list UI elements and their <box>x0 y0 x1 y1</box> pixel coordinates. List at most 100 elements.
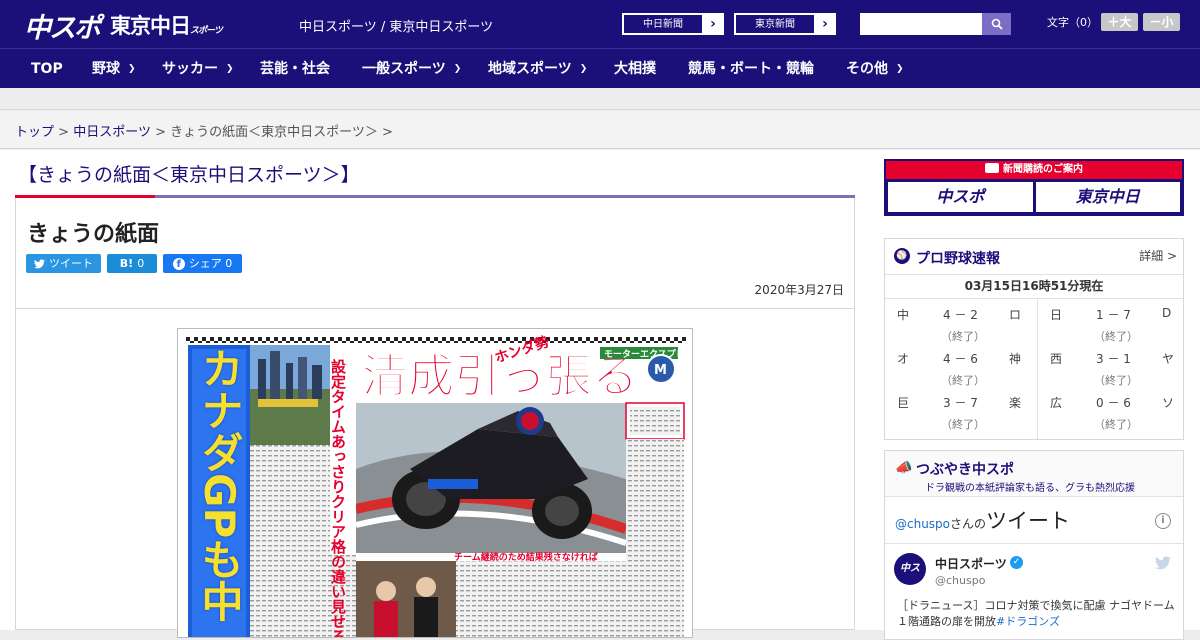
baseball-game[interactable]: 日 1 － 7 D （終了） <box>1038 299 1188 343</box>
nav-item-top[interactable]: TOP <box>31 49 63 89</box>
search-icon <box>991 18 1003 30</box>
nav-item-soccer[interactable]: サッカー ❯ <box>162 49 234 89</box>
breadcrumb: トップ > 中日スポーツ > きょうの紙面＜東京中日スポーツ＞ > <box>15 121 393 140</box>
baseball-game[interactable]: 広 0 － 6 ソ （終了） <box>1038 387 1188 431</box>
facebook-share-label: シェア 0 <box>188 257 233 270</box>
baseball-column-right: 日 1 － 7 D （終了） 西 3 － 1 ヤ （終了） 広 0 － 6 ソ … <box>1037 299 1187 439</box>
away-team: ヤ <box>1162 352 1175 366</box>
search-input[interactable] <box>860 13 982 35</box>
facebook-share-button[interactable]: f シェア 0 <box>163 254 242 273</box>
subscription-banner-heading-text: 新聞購読のご案内 <box>1003 164 1083 175</box>
paper-vertical-headline-text: カナダGPも中 <box>195 347 244 623</box>
avatar[interactable]: 中ス <box>894 553 926 585</box>
tweet-account-handle[interactable]: @chuspo <box>935 574 985 587</box>
font-size-increase-button[interactable]: ＋大 <box>1101 13 1138 31</box>
facebook-icon: f <box>172 257 185 270</box>
nav-item-label: 芸能・社会 <box>260 61 330 77</box>
away-team: 神 <box>1009 352 1022 366</box>
font-size-label: 文字（0） <box>1047 16 1098 29</box>
nav-item-baseball[interactable]: 野球 ❯ <box>92 49 136 89</box>
breadcrumb-top-link[interactable]: トップ <box>15 125 54 140</box>
nav-item-sumo[interactable]: 大相撲 <box>614 49 656 89</box>
away-team: 楽 <box>1009 396 1022 410</box>
newspaper-icon <box>985 163 999 173</box>
nav-item-label: 地域スポーツ <box>488 61 572 77</box>
subscription-banner-heading: 新聞購読のご案内 <box>886 161 1182 179</box>
home-team: 広 <box>1050 396 1063 410</box>
home-team: 中 <box>897 308 910 322</box>
nav-item-entertainment[interactable]: 芸能・社会 <box>260 49 330 89</box>
baseball-game[interactable]: 巨 3 － 7 楽 （終了） <box>885 387 1035 431</box>
twitter-share-button[interactable]: ツイート <box>26 254 101 273</box>
tokyo-shimbun-label: 東京新聞 <box>735 14 815 34</box>
baseball-update-time: 03月15日16時51分現在 <box>885 275 1183 299</box>
tokyo-chunichi-logo-small: スポーツ <box>190 26 223 36</box>
header-spacer <box>0 88 1200 110</box>
baseball-game[interactable]: 中 4 － 2 ロ （終了） <box>885 299 1035 343</box>
tweets-widget: 📣 つぶやき中スポ ドラ観戦の本紙評論家も語る、グラも熱烈応援 @chuspoさ… <box>884 450 1184 640</box>
nav-item-label: 一般スポーツ <box>362 61 446 77</box>
game-status: （終了） <box>941 330 985 343</box>
tokyo-chunichi-logo[interactable]: 東京中日スポーツ <box>110 10 223 40</box>
tweets-by-header: @chuspoさんのツイート <box>895 505 1070 535</box>
hatena-bookmark-button[interactable]: B! 0 <box>107 254 157 273</box>
subscription-banner[interactable]: 新聞購読のご案内 中スポ 東京中日 <box>884 159 1184 216</box>
font-size-decrease-button[interactable]: －小 <box>1143 13 1180 31</box>
breadcrumb-chunichi-link[interactable]: 中日スポーツ <box>73 125 151 140</box>
tweets-widget-title: つぶやき中スポ <box>916 462 1014 478</box>
game-status: （終了） <box>941 374 985 387</box>
twitter-bird-icon[interactable] <box>1155 556 1171 570</box>
baseball-score-grid: 中 4 － 2 ロ （終了） オ 4 － 6 神 （終了） 巨 3 － 7 楽 … <box>885 299 1183 439</box>
baseball-detail-link[interactable]: 詳細 > <box>1139 247 1177 264</box>
game-score: 4 － 2 <box>943 308 978 322</box>
megaphone-icon: 📣 <box>895 460 913 476</box>
newspaper-front-page-art: 清成引っ張る モーターエクスプレス M ホンダ勢 設定タイムあっさりクリア格の違… <box>178 329 693 638</box>
tweets-widget-subtitle[interactable]: ドラ観戦の本紙評論家も語る、グラも熱烈応援 <box>925 479 1135 494</box>
baseball-widget-title: プロ野球速報 <box>916 251 1000 267</box>
baseball-game[interactable]: 西 3 － 1 ヤ （終了） <box>1038 343 1188 387</box>
tweets-by-label: ツイート <box>986 509 1071 533</box>
game-score: 3 － 1 <box>1096 352 1131 366</box>
article-head-divider <box>16 308 854 309</box>
chuspo-subscribe-logo[interactable]: 中スポ <box>888 182 1033 212</box>
breadcrumb-separator: > <box>58 125 70 140</box>
tokyo-shimbun-link[interactable]: 東京新聞 › <box>734 13 836 35</box>
tweet-account-name[interactable]: 中日スポーツ <box>935 555 1007 572</box>
home-team: 日 <box>1050 308 1063 322</box>
twitter-handle-link[interactable]: @chuspo <box>895 517 950 531</box>
svg-text:モーターエクスプレス: モーターエクスプレス <box>604 348 693 360</box>
away-team: D <box>1162 306 1172 320</box>
baseball-game[interactable]: オ 4 － 6 神 （終了） <box>885 343 1035 387</box>
nav-item-regional-sports[interactable]: 地域スポーツ ❯ <box>488 49 587 89</box>
nav-item-racing[interactable]: 競馬・ボート・競輪 <box>688 49 814 89</box>
tweets-by-suffix: さんの <box>950 517 987 531</box>
search-button[interactable] <box>982 13 1011 35</box>
nav-item-label: 大相撲 <box>614 61 656 77</box>
chevron-down-icon: ❯ <box>896 64 904 74</box>
chuspo-logo[interactable]: 中スポ <box>24 6 101 45</box>
home-team: 西 <box>1050 352 1063 366</box>
tokyo-chunichi-subscribe-logo[interactable]: 東京中日 <box>1035 182 1180 212</box>
main-nav: TOP 野球 ❯ サッカー ❯ 芸能・社会 一般スポーツ ❯ 地域スポーツ ❯ 大相撲 … <box>0 48 1200 88</box>
nav-item-other[interactable]: その他 ❯ <box>846 49 904 89</box>
svg-text:設定タイムあっさりクリア格の違い見せる: 設定タイムあっさりクリア格の違い見せる <box>329 358 347 638</box>
game-score: 1 － 7 <box>1096 308 1131 322</box>
info-icon[interactable]: i <box>1155 513 1171 529</box>
nav-item-label: 競馬・ボート・競輪 <box>688 61 814 77</box>
tweet-hashtag[interactable]: #ドラゴンズ <box>996 615 1060 628</box>
game-score: 0 － 6 <box>1096 396 1131 410</box>
nav-item-label: 野球 <box>92 61 120 77</box>
chunichi-shimbun-link[interactable]: 中日新聞 › <box>622 13 724 35</box>
site-subtitle: 中日スポーツ / 東京中日スポーツ <box>299 20 494 35</box>
chevron-down-icon: ❯ <box>453 64 462 74</box>
newspaper-front-page-image[interactable]: 清成引っ張る モーターエクスプレス M ホンダ勢 設定タイムあっさりクリア格の違… <box>177 328 693 638</box>
game-status: （終了） <box>1094 374 1138 387</box>
game-status: （終了） <box>1094 330 1138 343</box>
nav-item-general-sports[interactable]: 一般スポーツ ❯ <box>362 49 461 89</box>
home-team: 巨 <box>897 396 910 410</box>
tweets-divider <box>885 543 1183 544</box>
baseball-widget-header: ⚾ プロ野球速報 詳細 > <box>885 239 1183 275</box>
verified-badge-icon: ✓ <box>1010 556 1023 569</box>
twitter-share-label: ツイート <box>49 257 93 270</box>
chevron-right-icon: › <box>710 16 716 32</box>
